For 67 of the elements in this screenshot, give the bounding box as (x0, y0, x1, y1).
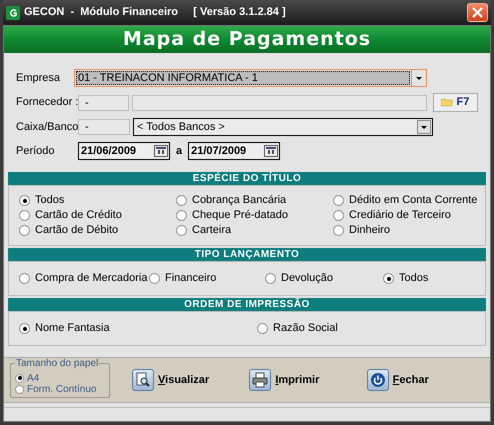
folder-icon (441, 98, 454, 107)
company-dropdown[interactable]: 01 - TREINACON INFORMATICA - 1 (74, 69, 427, 87)
bank-dropdown[interactable]: < Todos Bancos > (133, 118, 433, 136)
option-label: Cheque Pré-datado (192, 208, 288, 224)
calendar-icon[interactable] (154, 145, 168, 157)
power-icon (366, 369, 389, 391)
option-label: Compra de Mercadoria (35, 271, 148, 286)
radio-button[interactable] (383, 273, 394, 284)
option-label: Nome Fantasia (35, 321, 110, 336)
radio-button[interactable] (257, 323, 268, 334)
field-label: Empresa (16, 70, 62, 86)
radio-button[interactable] (265, 273, 276, 284)
radio-button[interactable] (333, 210, 344, 221)
close-icon (472, 7, 483, 18)
option-label: Crediário de Terceiro (349, 208, 451, 224)
option-label: Devolução (281, 271, 333, 286)
option-label: Dédito em Conta Corrente (349, 193, 478, 208)
range-separator: a (176, 144, 182, 159)
radio-button[interactable] (333, 195, 344, 206)
option-label: Dinheiro (349, 223, 390, 238)
banner: Mapa de Pagamentos (4, 26, 490, 53)
app-icon (6, 6, 20, 20)
caret-icon (421, 126, 427, 128)
radio-button[interactable] (176, 195, 187, 206)
field-label: Período (16, 144, 56, 159)
option-label: Cartão de Débito (35, 223, 118, 238)
option-label: Cobrança Bancária (192, 193, 286, 208)
action-button[interactable]: Imprimir (249, 369, 320, 391)
section-header: ORDEM DE IMPRESSÃO (8, 298, 486, 311)
supplier-code-field[interactable]: - (78, 94, 130, 110)
radio-button[interactable] (19, 273, 30, 284)
bank-code-field[interactable]: - (78, 119, 130, 135)
date-field[interactable]: 21/07/2009 (188, 142, 280, 160)
option-label: Cartão de Crédito (35, 208, 122, 224)
radio-button[interactable] (176, 210, 187, 221)
radio-button[interactable] (15, 374, 24, 382)
magnifier-icon (132, 369, 154, 391)
radio-button[interactable] (19, 225, 30, 236)
option-label: Todos (399, 271, 428, 286)
group-title: Tamanho do papel (15, 358, 100, 368)
option-label: Razão Social (273, 321, 338, 336)
radio-button[interactable] (176, 225, 187, 236)
action-button[interactable]: Visualizar (132, 369, 210, 391)
option-label: Carteira (192, 223, 232, 238)
radio-button[interactable] (19, 210, 30, 221)
section-header: TIPO LANÇAMENTO (8, 248, 486, 261)
action-button[interactable]: Fechar (366, 369, 429, 391)
radio-button[interactable] (19, 195, 30, 206)
option-label: Financeiro (165, 271, 216, 286)
radio-button[interactable] (19, 323, 30, 334)
caret-icon (416, 76, 422, 80)
window-title: GECON - Módulo Financeiro [ Versão 3.1.2.84 ] (24, 5, 286, 20)
radio-button[interactable] (149, 273, 160, 284)
supplier-name-field[interactable] (132, 94, 427, 110)
option-label: Todos (35, 193, 64, 208)
date-field[interactable]: 21/06/2009 (78, 142, 170, 160)
field-label: Caixa/Banco (16, 120, 78, 135)
radio-button[interactable] (333, 225, 344, 236)
option-label: A4 (27, 372, 40, 384)
radio-button[interactable] (15, 384, 24, 394)
close-button[interactable] (467, 3, 488, 22)
calendar-icon[interactable] (264, 145, 278, 157)
search-button[interactable]: F7 (432, 93, 478, 112)
option-label: Form. Contínuo (27, 384, 96, 394)
printer-icon (249, 369, 272, 391)
section-header: ESPÉCIE DO TÍTULO (8, 172, 486, 185)
field-label: Fornecedor : (16, 95, 78, 110)
